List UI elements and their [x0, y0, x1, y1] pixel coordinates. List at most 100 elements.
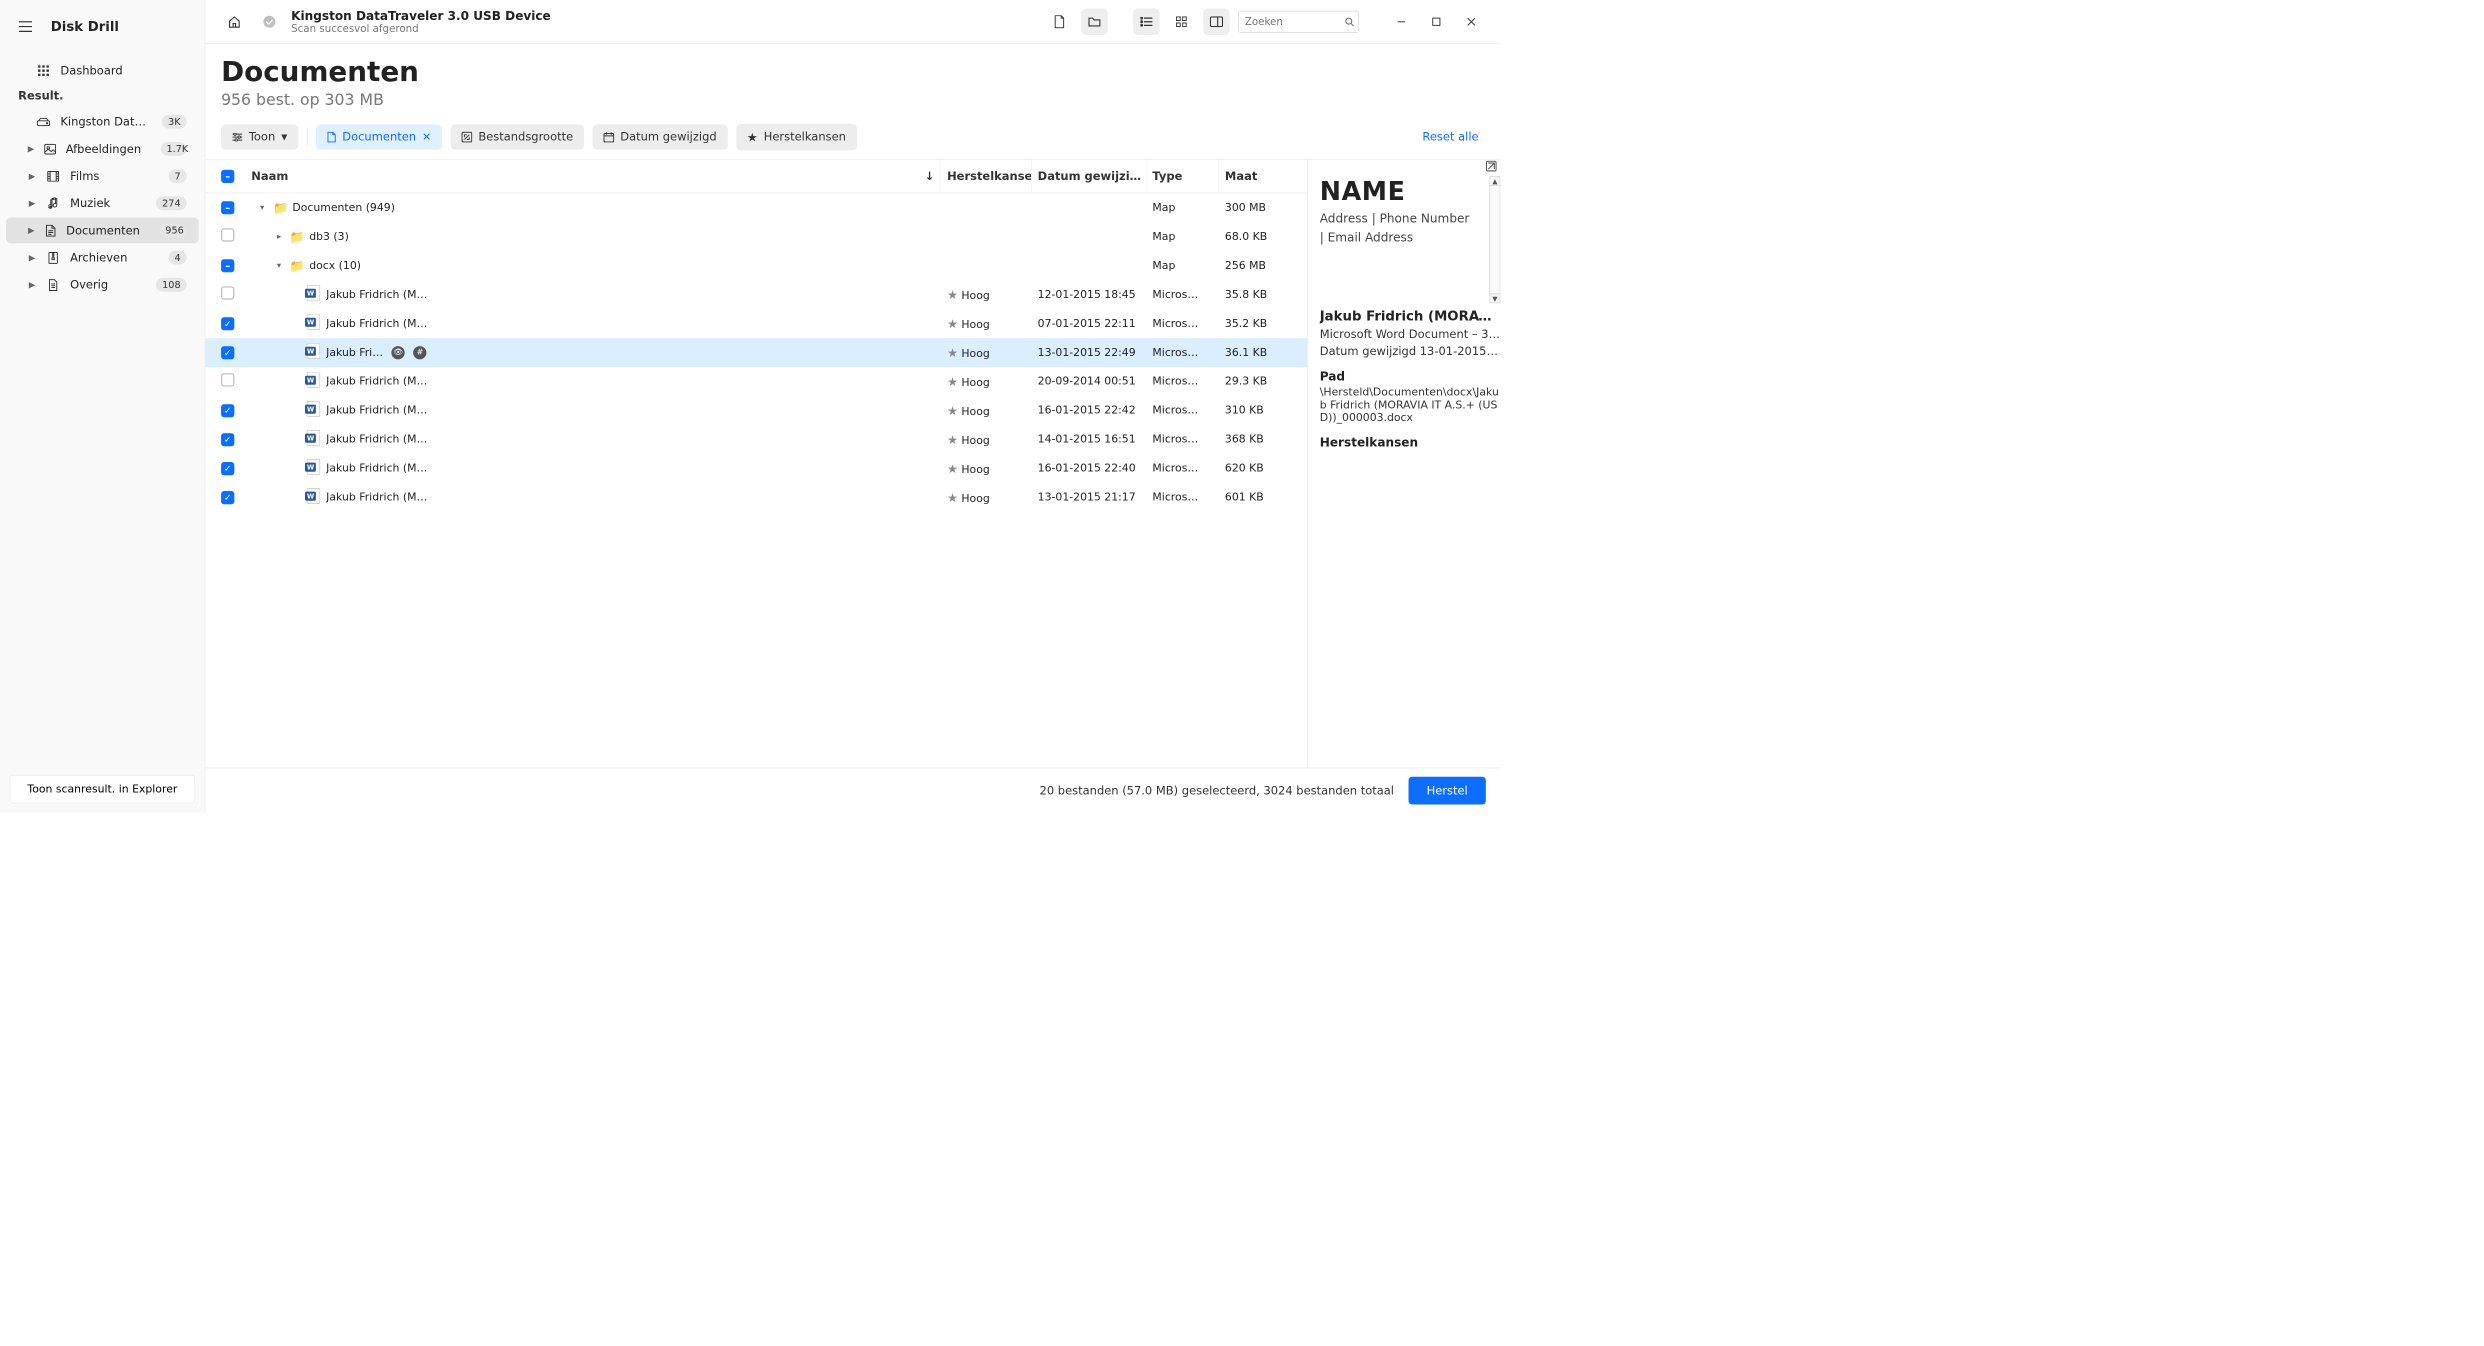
- table-row[interactable]: Jakub Fridrich (M…★ Hoog16-01-2015 22:40…: [205, 454, 1307, 483]
- nav-music[interactable]: ▶ Muziek 274: [6, 190, 199, 216]
- row-checkbox[interactable]: [221, 201, 234, 214]
- table-row[interactable]: ▾📁Documenten (949)Map300 MB: [205, 193, 1307, 222]
- count-pill: 3K: [162, 115, 187, 129]
- header-subtitle: Scan succesvol afgerond: [291, 23, 551, 35]
- nav-images[interactable]: ▶ Afbeeldingen 1.7K: [6, 136, 199, 162]
- chevron-right-icon[interactable]: ▸: [274, 232, 284, 242]
- toggle-preview-icon[interactable]: [1203, 8, 1230, 35]
- close-icon[interactable]: ✕: [422, 131, 431, 144]
- chevron-right-icon[interactable]: ▶: [28, 171, 36, 181]
- size-cell: 368 KB: [1219, 433, 1298, 446]
- view-grid-icon[interactable]: [1168, 8, 1195, 35]
- window-maximize-icon[interactable]: [1423, 8, 1450, 35]
- col-size[interactable]: Maat: [1219, 159, 1298, 192]
- table-body[interactable]: ▾📁Documenten (949)Map300 MB▸📁db3 (3)Map6…: [205, 193, 1307, 767]
- preview-filename: Jakub Fridrich (MORAVIA…: [1320, 309, 1501, 324]
- nav-label: Dashboard: [60, 64, 122, 77]
- window-close-icon[interactable]: [1458, 8, 1485, 35]
- menu-icon[interactable]: [12, 13, 39, 40]
- type-cell: Micros…: [1146, 375, 1218, 388]
- chevron-down-icon[interactable]: ▾: [274, 261, 284, 271]
- preview-thumbnail: NAME Address | Phone Number | Email Addr…: [1320, 176, 1501, 303]
- chevron-right-icon[interactable]: ▶: [28, 253, 36, 263]
- chevron-right-icon[interactable]: ▶: [28, 198, 36, 208]
- search-input[interactable]: [1238, 11, 1359, 33]
- thumb-scrollbar[interactable]: ▲ ▼: [1489, 176, 1500, 303]
- nav-dashboard[interactable]: Dashboard: [6, 58, 199, 83]
- file-name: Jakub Fridrich (M…: [326, 317, 427, 330]
- size-cell: 310 KB: [1219, 404, 1298, 417]
- scroll-down-icon[interactable]: ▼: [1489, 294, 1500, 304]
- row-checkbox[interactable]: [221, 433, 234, 446]
- table-row[interactable]: Jakub Fridrich (M…★ Hoog20-09-2014 00:51…: [205, 367, 1307, 396]
- count-pill: 274: [156, 196, 187, 210]
- show-in-explorer-button[interactable]: Toon scanresult. in Explorer: [10, 775, 195, 803]
- sliders-icon: [232, 133, 243, 141]
- size-cell: 35.2 KB: [1219, 317, 1298, 330]
- count-pill: 7: [168, 169, 186, 183]
- nav-other[interactable]: ▶ Overig 108: [6, 272, 199, 298]
- chip-label: Herstelkansen: [764, 130, 846, 143]
- calendar-icon: [603, 132, 614, 143]
- music-icon: [46, 197, 60, 209]
- type-cell: Micros…: [1146, 317, 1218, 330]
- table-row[interactable]: Jakub Fridrich (M…★ Hoog16-01-2015 22:42…: [205, 396, 1307, 425]
- row-checkbox[interactable]: [221, 317, 234, 330]
- window-minimize-icon[interactable]: [1388, 8, 1415, 35]
- search-wrap: [1238, 11, 1359, 33]
- star-icon: ★: [947, 345, 958, 359]
- filter-chance[interactable]: ★ Herstelkansen: [736, 124, 857, 151]
- row-checkbox[interactable]: [221, 462, 234, 475]
- select-all-checkbox[interactable]: [221, 169, 234, 182]
- row-checkbox[interactable]: [221, 404, 234, 417]
- view-folder-icon[interactable]: [1081, 8, 1108, 35]
- preview-badge-icon[interactable]: 👁: [392, 346, 405, 359]
- grid-icon: [36, 65, 50, 76]
- col-type[interactable]: Type: [1146, 159, 1218, 192]
- type-cell: Map: [1146, 230, 1218, 243]
- date-cell: 14-01-2015 16:51: [1032, 433, 1147, 446]
- sidebar: Disk Drill Dashboard Result. Kingston Da…: [0, 0, 205, 813]
- col-chance[interactable]: Herstelkansen: [941, 159, 1032, 192]
- thumb-line: Address | Phone Number: [1320, 211, 1495, 225]
- table-row[interactable]: ▸📁db3 (3)Map68.0 KB: [205, 222, 1307, 251]
- chevron-right-icon[interactable]: ▶: [28, 144, 35, 154]
- recovery-chance: Hoog: [958, 405, 990, 418]
- col-date[interactable]: Datum gewijzi…: [1032, 159, 1147, 192]
- table-row[interactable]: Jakub Fridrich (M…★ Hoog12-01-2015 18:45…: [205, 280, 1307, 309]
- recovery-chance: Hoog: [958, 289, 990, 302]
- nav-device[interactable]: Kingston DataTraveler 3.0… 3K: [6, 109, 199, 135]
- recovery-chance: Hoog: [958, 347, 990, 360]
- file-name: docx (10): [309, 259, 361, 272]
- nav-archives[interactable]: ▶ Archieven 4: [6, 245, 199, 271]
- filter-documents[interactable]: Documenten ✕: [316, 124, 442, 149]
- home-icon[interactable]: [221, 8, 248, 35]
- row-checkbox[interactable]: [221, 286, 234, 299]
- view-list-icon[interactable]: [1133, 8, 1160, 35]
- chevron-right-icon[interactable]: ▶: [28, 280, 36, 290]
- filter-show[interactable]: Toon ▼: [221, 124, 298, 149]
- row-checkbox[interactable]: [221, 346, 234, 359]
- status-complete-icon: [256, 8, 283, 35]
- table-row[interactable]: Jakub Fri…👁#★ Hoog13-01-2015 22:49Micros…: [205, 338, 1307, 367]
- filter-size[interactable]: Bestandsgrootte: [451, 124, 584, 149]
- filter-date[interactable]: Datum gewijzigd: [592, 124, 727, 149]
- table-row[interactable]: Jakub Fridrich (M…★ Hoog07-01-2015 22:11…: [205, 309, 1307, 338]
- reset-filters[interactable]: Reset alle: [1422, 130, 1484, 143]
- table-row[interactable]: Jakub Fridrich (M…★ Hoog13-01-2015 21:17…: [205, 483, 1307, 512]
- chevron-down-icon[interactable]: ▾: [257, 203, 267, 213]
- table-row[interactable]: ▾📁docx (10)Map256 MB: [205, 251, 1307, 280]
- nav-documents[interactable]: ▶ Documenten 956: [6, 217, 199, 243]
- table-row[interactable]: Jakub Fridrich (M…★ Hoog14-01-2015 16:51…: [205, 425, 1307, 454]
- col-name[interactable]: Naam↓: [245, 159, 941, 192]
- row-checkbox[interactable]: [221, 228, 234, 241]
- row-checkbox[interactable]: [221, 259, 234, 272]
- hash-badge-icon[interactable]: #: [413, 346, 426, 359]
- recover-button[interactable]: Herstel: [1408, 777, 1485, 805]
- view-file-icon[interactable]: [1046, 8, 1073, 35]
- row-checkbox[interactable]: [221, 373, 234, 386]
- nav-films[interactable]: ▶ Films 7: [6, 163, 199, 189]
- row-checkbox[interactable]: [221, 491, 234, 504]
- scroll-up-icon[interactable]: ▲: [1489, 176, 1500, 186]
- chevron-right-icon[interactable]: ▶: [28, 226, 35, 236]
